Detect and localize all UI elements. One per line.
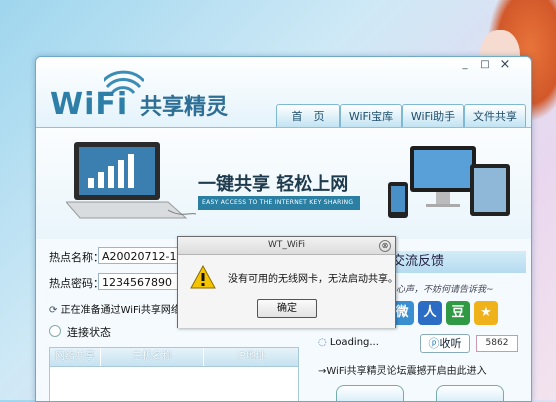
- laptop-illustration: [66, 142, 196, 219]
- logo-wifi-text: WiFi: [50, 87, 129, 122]
- connection-state-label: 连接状态: [67, 326, 111, 339]
- hotspot-name-field[interactable]: A20020712-12: [98, 247, 180, 264]
- spinner-icon: ◌: [318, 337, 327, 348]
- bottom-button[interactable]: [436, 385, 504, 401]
- banner-slogan-en: EASY ACCESS TO THE INTERNET KEY SHARING: [198, 196, 360, 210]
- app-window: _ □ × WiFi 共享精灵 首 页 WiFi宝库 WiFi助手 文件共享 一…: [35, 56, 532, 402]
- tab-wifi-assistant[interactable]: WiFi助手: [402, 104, 464, 128]
- listen-label: 收听: [439, 337, 462, 350]
- star-icon[interactable]: ★: [474, 301, 498, 325]
- tab-file-sharing[interactable]: 文件共享: [464, 104, 526, 128]
- dialog-body: 没有可用的无线网卡，无法启动共享。 确定: [178, 255, 398, 328]
- connection-radio-icon: [49, 325, 61, 337]
- loading-indicator: ◌ Loading...: [318, 337, 379, 348]
- app-logo: WiFi 共享精灵: [50, 65, 290, 125]
- column-header[interactable]: 主机名称: [101, 348, 204, 366]
- status-line: ⟳ 正在准备通过WiFi共享网络: [49, 301, 181, 316]
- status-text: 正在准备通过WiFi共享网络: [60, 305, 181, 316]
- ok-button[interactable]: 确定: [257, 299, 317, 318]
- dialog-title: WT_WiFi: [267, 240, 306, 250]
- dialog-title-bar: WT_WiFi ⊗: [178, 237, 395, 255]
- tab-home[interactable]: 首 页: [276, 104, 340, 128]
- hotspot-password-label: 热点密码：: [49, 277, 104, 290]
- feedback-note: 心声，不妨何请告诉我~: [396, 285, 494, 295]
- title-bar: _ □ × WiFi 共享精灵 首 页 WiFi宝库 WiFi助手 文件共享: [36, 57, 531, 128]
- table-header: 网络共享 主机名称 IP地址: [50, 348, 298, 367]
- devices-illustration: [388, 146, 510, 218]
- douban-icon[interactable]: 豆: [446, 301, 470, 325]
- minimize-button[interactable]: _: [457, 59, 473, 71]
- connection-state: 连接状态: [49, 324, 111, 340]
- listen-button[interactable]: ⓟ收听: [420, 334, 470, 353]
- column-header[interactable]: IP地址: [204, 348, 298, 366]
- logo-chinese-text: 共享精灵: [140, 95, 229, 120]
- renren-icon[interactable]: 人: [418, 301, 442, 325]
- maximize-button[interactable]: □: [477, 59, 493, 71]
- error-dialog: WT_WiFi ⊗ 没有可用的无线网卡，无法启动共享。 确定: [177, 236, 398, 328]
- feedback-header: 交流反馈: [386, 251, 526, 273]
- listen-count: 5862: [476, 335, 518, 352]
- clients-table: 网络共享 主机名称 IP地址: [49, 347, 299, 401]
- bottom-button[interactable]: [336, 385, 404, 401]
- column-header[interactable]: 网络共享: [50, 348, 101, 366]
- refresh-icon: ⟳: [49, 305, 58, 316]
- hotspot-name-label: 热点名称：: [49, 251, 104, 264]
- loading-text: Loading...: [329, 337, 379, 348]
- dialog-message: 没有可用的无线网卡，无法启动共享。: [228, 274, 398, 285]
- hotspot-password-field[interactable]: 1234567890: [98, 273, 180, 290]
- banner-slogan: 一键共享 轻松上网: [198, 174, 349, 195]
- close-button[interactable]: ×: [497, 58, 513, 71]
- tab-wifi-treasury[interactable]: WiFi宝库: [340, 104, 402, 128]
- forum-link[interactable]: →WiFi共享精灵论坛震撼开启由此进入: [318, 362, 487, 377]
- banner: 一键共享 轻松上网 EASY ACCESS TO THE INTERNET KE…: [36, 127, 531, 240]
- tencent-weibo-icon: ⓟ: [428, 337, 440, 350]
- dialog-close-button[interactable]: ⊗: [379, 240, 391, 252]
- warning-icon: [190, 265, 216, 289]
